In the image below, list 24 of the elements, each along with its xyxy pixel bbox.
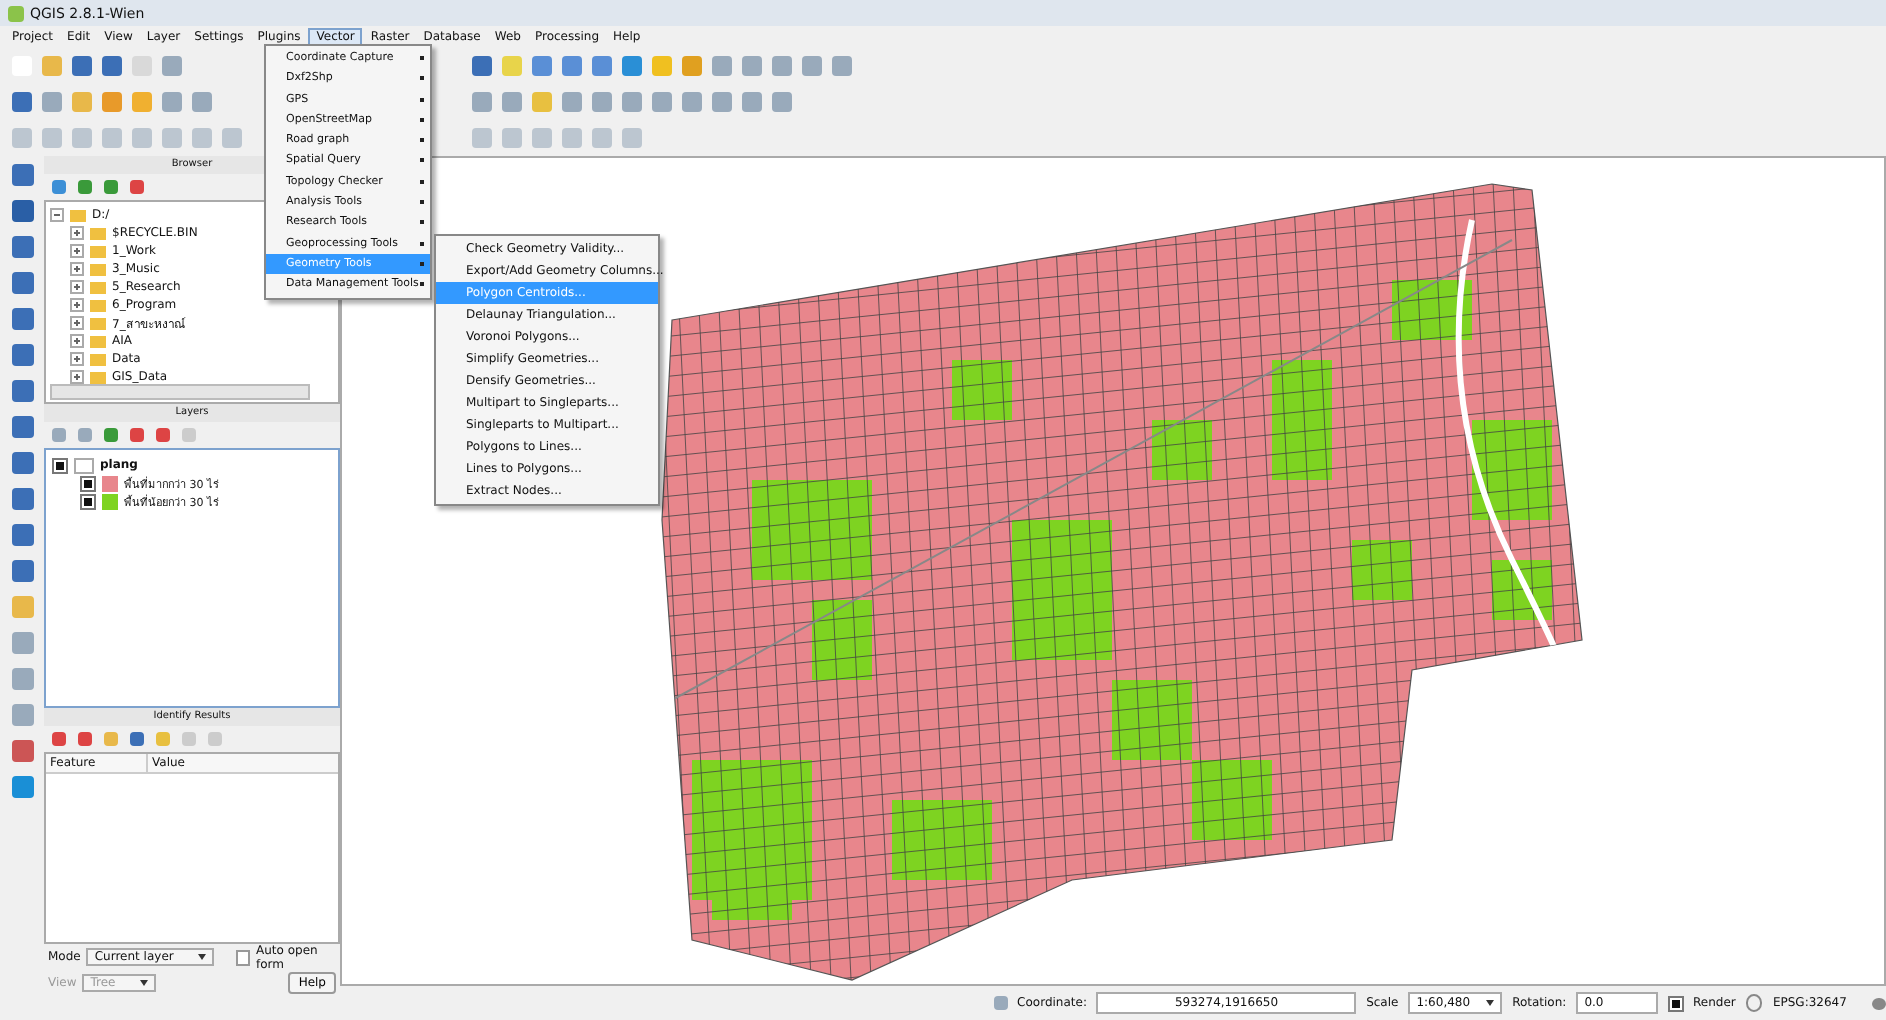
tool-icon[interactable] [11, 164, 33, 186]
scroll-bar[interactable] [50, 384, 310, 400]
tool-icon[interactable] [11, 452, 33, 474]
tool-icon[interactable] [11, 740, 33, 762]
tool-icon[interactable] [11, 308, 33, 330]
group-icon [74, 457, 94, 473]
layer-checkbox[interactable] [80, 493, 96, 509]
tool-icon[interactable] [11, 380, 33, 402]
app-logo-icon [8, 5, 24, 21]
tool-icon[interactable] [11, 344, 33, 366]
globe-icon[interactable] [1745, 994, 1763, 1012]
render-checkbox[interactable] [1667, 995, 1684, 1011]
layer-checkbox[interactable] [52, 457, 68, 473]
auto-open-checkbox[interactable] [235, 949, 250, 965]
layer-checkbox[interactable] [80, 475, 96, 491]
tool-icon[interactable] [11, 488, 33, 510]
tool-icon[interactable] [11, 272, 33, 294]
tool-icon[interactable] [11, 416, 33, 438]
expand-toggle[interactable] [50, 208, 64, 222]
tool-icon[interactable] [11, 200, 33, 222]
tool-icon[interactable] [11, 560, 33, 582]
tool-icon[interactable] [11, 524, 33, 546]
tool-icon[interactable] [11, 236, 33, 258]
tool-icon[interactable] [11, 776, 33, 798]
